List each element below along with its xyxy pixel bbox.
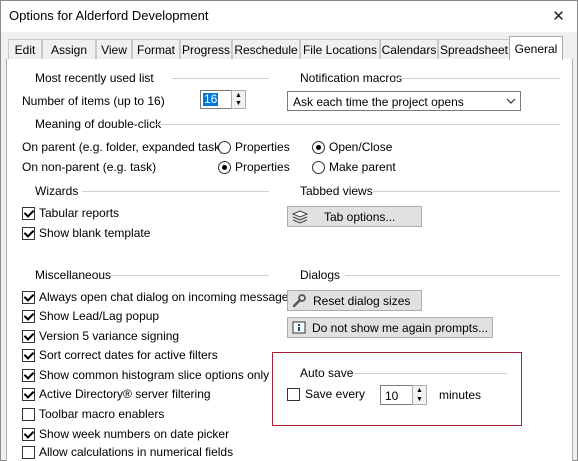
misc-histogram-label: Show common histogram slice options only <box>39 368 270 382</box>
reset-dialog-sizes-button[interactable]: Reset dialog sizes <box>287 290 422 311</box>
wizard-blank-template-checkbox[interactable] <box>22 227 35 240</box>
dialogs-section-title: Dialogs <box>300 268 341 282</box>
spin-down-icon[interactable]: ▼ <box>232 100 245 109</box>
tab-view[interactable]: View <box>96 39 132 59</box>
auto-save-unit: minutes <box>439 388 482 402</box>
parent-properties-label: Properties <box>235 140 290 154</box>
stacked-layers-icon <box>291 210 309 227</box>
misc-active-directory-checkbox[interactable] <box>22 388 35 401</box>
notification-selected: Ask each time the project opens <box>293 95 464 109</box>
nonparent-make-parent-label: Make parent <box>329 160 396 174</box>
misc-separator <box>109 275 269 276</box>
nonparent-properties-label: Properties <box>235 160 290 174</box>
spin-up-icon[interactable]: ▲ <box>232 91 245 100</box>
misc-variance-checkbox[interactable] <box>22 330 35 343</box>
auto-save-minutes-value: 10 <box>385 389 399 403</box>
double-click-section-title: Meaning of double-click <box>35 117 162 131</box>
tabbed-views-separator <box>373 191 560 192</box>
misc-toolbar-macro-checkbox[interactable] <box>22 408 35 421</box>
auto-save-section-title: Auto save <box>300 366 354 380</box>
misc-week-numbers-label: Show week numbers on date picker <box>39 427 230 441</box>
info-icon <box>292 321 306 338</box>
wizard-tabular-reports-checkbox[interactable] <box>22 207 35 220</box>
misc-section-title: Miscellaneous <box>35 268 112 282</box>
wrench-icon <box>292 294 307 311</box>
misc-sort-dates-label: Sort correct dates for active filters <box>39 348 218 362</box>
mru-count-label: Number of items (up to 16) <box>22 94 165 108</box>
misc-sort-dates-checkbox[interactable] <box>22 349 35 362</box>
auto-save-minutes-spinner[interactable]: ▲ ▼ <box>412 385 427 405</box>
mru-count-spinner[interactable]: ▲ ▼ <box>231 90 246 109</box>
notification-section-title: Notification macros <box>300 71 403 85</box>
tab-options-label: Tab options... <box>324 210 396 224</box>
tab-progress[interactable]: Progress <box>180 39 232 59</box>
do-not-show-prompts-button[interactable]: Do not show me again prompts... <box>287 317 493 338</box>
wizards-separator <box>82 191 269 192</box>
spin-up-icon[interactable]: ▲ <box>413 386 426 395</box>
mru-count-value: 16 <box>203 92 219 106</box>
do-not-show-prompts-label: Do not show me again prompts... <box>312 321 489 335</box>
nonparent-make-parent-radio[interactable] <box>312 161 325 174</box>
tab-calendars[interactable]: Calendars <box>380 39 438 59</box>
misc-chat-dialog-label: Always open chat dialog on incoming mess… <box>39 290 289 304</box>
misc-lead-lag-label: Show Lead/Lag popup <box>39 309 160 323</box>
misc-variance-label: Version 5 variance signing <box>39 329 180 343</box>
misc-active-directory-label: Active Directory® server filtering <box>39 387 211 401</box>
notification-dropdown[interactable]: Ask each time the project opens <box>287 91 521 111</box>
notification-separator <box>395 78 560 79</box>
close-button[interactable]: ✕ <box>540 1 577 31</box>
dialogs-separator <box>345 275 560 276</box>
misc-lead-lag-checkbox[interactable] <box>22 310 35 323</box>
auto-save-checkbox[interactable] <box>287 388 300 401</box>
tab-edit[interactable]: Edit <box>8 39 42 59</box>
tab-assign[interactable]: Assign <box>42 39 96 59</box>
double-click-separator <box>153 124 560 125</box>
nonparent-label: On non-parent (e.g. task) <box>22 160 157 174</box>
parent-open-close-label: Open/Close <box>329 140 393 154</box>
tabbed-views-section-title: Tabbed views <box>300 184 373 198</box>
parent-properties-radio[interactable] <box>218 141 231 154</box>
tab-file-locations[interactable]: File Locations <box>300 39 380 59</box>
tab-spreadsheet[interactable]: Spreadsheet <box>438 39 510 59</box>
auto-save-separator <box>355 373 507 374</box>
tab-general[interactable]: General <box>509 36 563 60</box>
auto-save-label: Save every <box>305 387 366 401</box>
chevron-down-icon[interactable] <box>502 92 520 110</box>
reset-dialog-sizes-label: Reset dialog sizes <box>313 294 411 308</box>
misc-histogram-checkbox[interactable] <box>22 369 35 382</box>
tab-options-button[interactable]: Tab options... <box>287 206 422 227</box>
mru-count-input[interactable]: 16 <box>200 90 232 109</box>
misc-calculations-checkbox[interactable] <box>22 446 35 459</box>
spin-down-icon[interactable]: ▼ <box>413 395 426 404</box>
parent-label: On parent (e.g. folder, expanded task) <box>22 140 225 154</box>
misc-calculations-label: Allow calculations in numerical fields <box>39 445 234 459</box>
wizard-tabular-reports-label: Tabular reports <box>39 206 120 220</box>
tab-reschedule[interactable]: Reschedule <box>232 39 300 59</box>
misc-week-numbers-checkbox[interactable] <box>22 428 35 441</box>
mru-separator <box>172 78 269 79</box>
nonparent-properties-radio[interactable] <box>218 161 231 174</box>
auto-save-minutes-input[interactable]: 10 <box>380 385 413 405</box>
window-title: Options for Alderford Development <box>9 8 209 23</box>
misc-toolbar-macro-label: Toolbar macro enablers <box>39 407 165 421</box>
tab-format[interactable]: Format <box>132 39 180 59</box>
misc-chat-dialog-checkbox[interactable] <box>22 291 35 304</box>
parent-open-close-radio[interactable] <box>312 141 325 154</box>
wizard-blank-template-label: Show blank template <box>39 226 151 240</box>
mru-section-title: Most recently used list <box>35 71 154 85</box>
wizards-section-title: Wizards <box>35 184 79 198</box>
